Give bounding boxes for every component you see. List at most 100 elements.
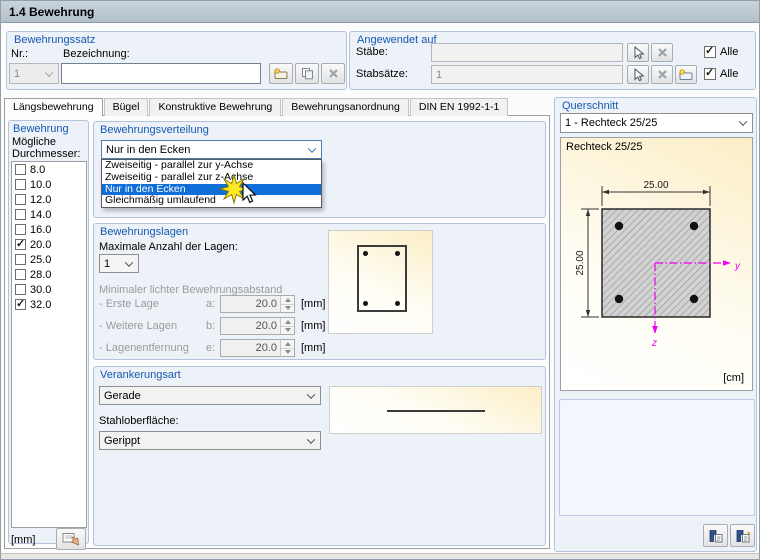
- tab-1[interactable]: Bügel: [104, 98, 149, 116]
- tab-4[interactable]: DIN EN 1992-1-1: [410, 98, 509, 116]
- reinforcement-dialog: 1.4 Bewehrung Bewehrungssatz Nr.: 1 Beze…: [0, 0, 760, 560]
- chevron-down-icon: [308, 144, 316, 152]
- layer-distance-spinner[interactable]: 20.0: [220, 339, 295, 357]
- row-symbol: a:: [206, 298, 215, 310]
- steel-surface-value: Gerippt: [104, 435, 140, 447]
- diameter-label: 16.0: [30, 224, 51, 236]
- members-pick-button[interactable]: [627, 43, 649, 62]
- diameter-item[interactable]: 10.0: [12, 177, 86, 192]
- delete-set-button[interactable]: [321, 63, 345, 84]
- cross-section-value: 1 - Rechteck 25/25: [565, 117, 657, 129]
- group-title: Bewehrungsverteilung: [100, 124, 209, 136]
- members-clear-button[interactable]: [651, 43, 673, 62]
- checkbox-icon[interactable]: [15, 269, 26, 280]
- spinner-arrows-icon[interactable]: [280, 340, 294, 356]
- name-input[interactable]: [61, 63, 261, 84]
- spinner-value: 20.0: [221, 340, 280, 356]
- row-unit: [mm]: [301, 298, 325, 310]
- max-layers-value: 1: [104, 258, 110, 270]
- further-layers-spinner[interactable]: 20.0: [220, 317, 295, 335]
- row-unit: [mm]: [301, 342, 325, 354]
- checkbox-icon[interactable]: [15, 209, 26, 220]
- template-book-page-icon: [735, 529, 751, 543]
- copy-icon: [301, 67, 314, 80]
- distribution-select[interactable]: Nur in den Ecken: [101, 140, 322, 159]
- group-title: Bewehrungslagen: [100, 226, 188, 238]
- checkbox-icon[interactable]: [15, 284, 26, 295]
- member-sets-clear-button[interactable]: [651, 65, 673, 84]
- chevron-down-icon: [739, 117, 747, 125]
- member-sets-input[interactable]: 1: [431, 65, 623, 84]
- spinner-arrows-icon[interactable]: [280, 296, 294, 312]
- row-unit: [mm]: [301, 320, 325, 332]
- section-import-button[interactable]: [730, 524, 755, 547]
- name-label: Bezeichnung:: [63, 48, 130, 60]
- diameter-item[interactable]: 28.0: [12, 267, 86, 282]
- diameter-item[interactable]: 25.0: [12, 252, 86, 267]
- dropdown-option[interactable]: Zweiseitig - parallel zur z-Achse: [102, 172, 321, 184]
- diameter-list[interactable]: 8.010.012.0 14.0 16.0 20.025.0 28.030.032.0: [11, 161, 87, 528]
- chevron-down-icon: [45, 68, 53, 76]
- steel-surface-select[interactable]: Gerippt: [99, 431, 321, 450]
- diameter-label: 14.0: [30, 209, 51, 221]
- group-title: Angewendet auf: [357, 34, 437, 46]
- checkbox-icon[interactable]: [15, 239, 26, 250]
- tab-0[interactable]: Längsbewehrung: [4, 98, 103, 116]
- members-label: Stäbe:: [356, 46, 388, 58]
- spinner-arrows-icon[interactable]: [280, 318, 294, 334]
- units-settings-button[interactable]: [56, 528, 86, 550]
- mouse-cursor-click-icon: [219, 169, 265, 215]
- member-sets-value: 1: [436, 69, 442, 81]
- member-sets-all-checkbox[interactable]: [704, 68, 716, 80]
- dialog-title: 1.4 Bewehrung: [9, 5, 94, 19]
- tab-2[interactable]: Konstruktive Bewehrung: [149, 98, 281, 116]
- diameter-label: 20.0: [30, 239, 51, 251]
- possible-diameters-label: Mögliche Durchmesser:: [12, 136, 80, 160]
- template-book-page-icon: [708, 529, 724, 543]
- panel-title: Bewehrung: [13, 123, 69, 135]
- new-member-set-button[interactable]: [675, 65, 697, 84]
- anchorage-type-select[interactable]: Gerade: [99, 386, 321, 405]
- spinner-value: 20.0: [221, 296, 280, 312]
- diameter-item[interactable]: 32.0: [12, 297, 86, 312]
- diameter-item[interactable]: 8.0: [12, 162, 86, 177]
- nr-label: Nr.:: [11, 48, 28, 60]
- anchorage-type-value: Gerade: [104, 390, 141, 402]
- new-set-button[interactable]: [269, 63, 293, 84]
- pick-cursor-icon: [632, 46, 644, 60]
- spinner-value: 20.0: [221, 318, 280, 334]
- cross-section-select[interactable]: 1 - Rechteck 25/25: [560, 113, 753, 133]
- diameter-item[interactable]: 16.0: [12, 222, 86, 237]
- checkbox-icon[interactable]: [15, 194, 26, 205]
- section-svg: 25.00 25.00 y z: [561, 138, 752, 390]
- diameter-item[interactable]: 14.0: [12, 207, 86, 222]
- members-input[interactable]: [431, 43, 623, 62]
- member-sets-pick-button[interactable]: [627, 65, 649, 84]
- first-layer-spinner[interactable]: 20.0: [220, 295, 295, 313]
- max-layers-label: Maximale Anzahl der Lagen:: [99, 241, 238, 253]
- dropdown-option[interactable]: Zweiseitig - parallel zur y-Achse: [102, 160, 321, 172]
- section-export-button[interactable]: [703, 524, 728, 547]
- dropdown-option[interactable]: Nur in den Ecken: [102, 184, 321, 196]
- diameter-item[interactable]: 12.0: [12, 192, 86, 207]
- rebar-dot: [363, 301, 368, 306]
- checkbox-icon[interactable]: [15, 254, 26, 265]
- set-number-select[interactable]: 1: [9, 63, 59, 84]
- tab-3[interactable]: Bewehrungsanordnung: [282, 98, 409, 116]
- checkbox-icon[interactable]: [15, 224, 26, 235]
- delete-x-icon: [328, 68, 339, 79]
- rebar-dot: [363, 251, 368, 256]
- checkbox-icon[interactable]: [15, 164, 26, 175]
- dropdown-option[interactable]: Gleichmäßig umlaufend: [102, 195, 321, 207]
- max-layers-select[interactable]: 1: [99, 254, 139, 273]
- diameter-item[interactable]: 20.0: [12, 237, 86, 252]
- diameter-item[interactable]: 30.0: [12, 282, 86, 297]
- svg-text:25.00: 25.00: [643, 180, 668, 191]
- copy-set-button[interactable]: [295, 63, 319, 84]
- anchorage-picture: [329, 386, 542, 434]
- chevron-down-icon: [307, 435, 315, 443]
- checkbox-icon[interactable]: [15, 179, 26, 190]
- checkbox-icon[interactable]: [15, 299, 26, 310]
- diameter-label: 28.0: [30, 269, 51, 281]
- members-all-checkbox[interactable]: [704, 46, 716, 58]
